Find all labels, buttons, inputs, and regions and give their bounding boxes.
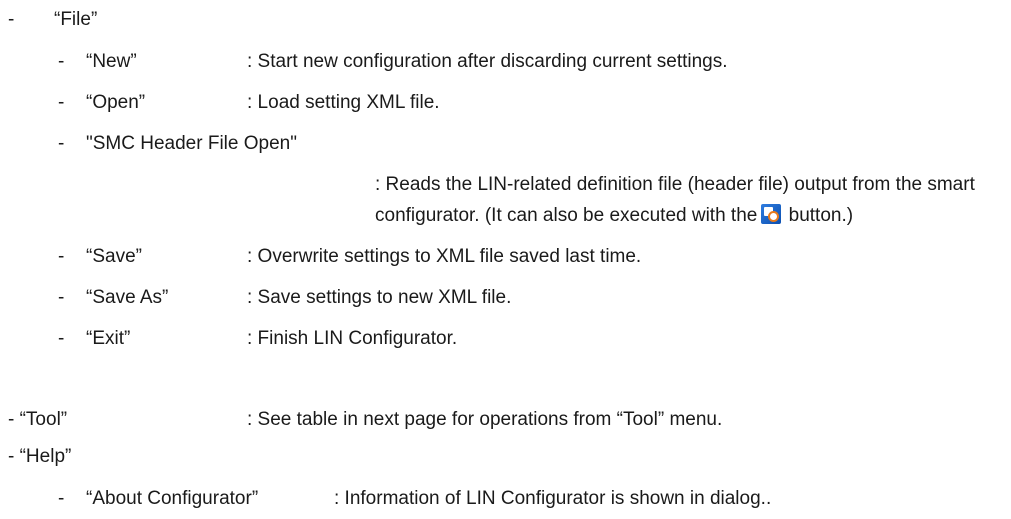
item-label-exit: “Exit” [86,328,131,349]
bullet-dash: - [58,287,65,308]
item-desc-save-as: : Save settings to new XML file. [247,287,512,308]
item-label-save-as: “Save As” [86,287,169,308]
file-menu-label: “File” [54,9,98,30]
help-menu-label: - “Help” [8,446,72,467]
smc-desc-after-icon: button.) [783,205,854,226]
bullet-dash: - [58,246,65,267]
bullet-dash: - [58,328,65,349]
tool-menu-label: - “Tool” [8,409,68,430]
item-desc-smc-line1: : Reads the LIN-related definition file … [375,174,975,195]
bullet-dash: - [58,51,65,72]
item-desc-open: : Load setting XML file. [247,92,440,113]
bullet-dash: - [58,133,65,154]
bullet-dash: - [58,92,65,113]
item-label-smc-header-open: "SMC Header File Open" [86,133,297,154]
item-desc-about: : Information of LIN Configurator is sho… [334,488,772,509]
item-label-new: “New” [86,51,137,72]
item-label-open: “Open” [86,92,146,113]
bullet-dash: - [58,488,65,509]
item-label-save: “Save” [86,246,142,267]
bullet-dash: - [8,9,15,30]
item-desc-save: : Overwrite settings to XML file saved l… [247,246,642,267]
item-desc-exit: : Finish LIN Configurator. [247,328,458,349]
item-desc-smc-line2: configurator. (It can also be executed w… [375,204,853,228]
tool-menu-desc: : See table in next page for operations … [247,409,723,430]
smart-configurator-icon [761,204,782,224]
smc-desc-before-icon: configurator. (It can also be executed w… [375,205,758,226]
item-desc-new: : Start new configuration after discardi… [247,51,728,72]
item-label-about: “About Configurator” [86,488,259,509]
